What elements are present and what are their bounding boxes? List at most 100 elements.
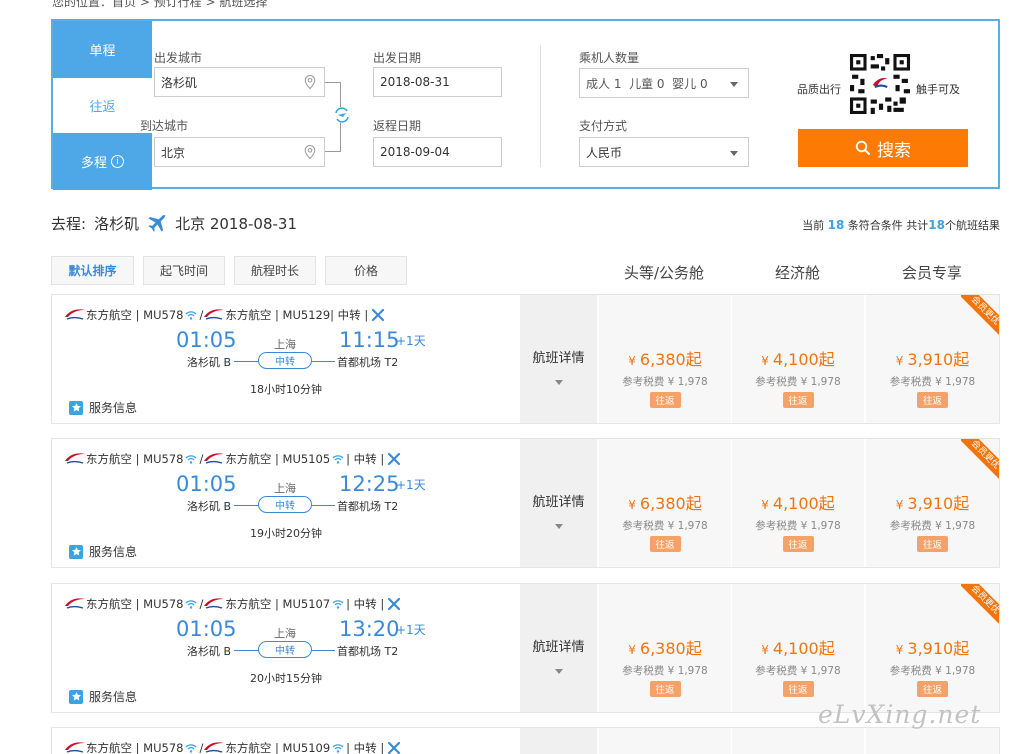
price-member[interactable]: ¥3,910起 参考税费 ¥ 1,978 往返 会员更优 — [865, 295, 999, 423]
price-value: 3,910起 — [907, 350, 970, 369]
price-value: 6,380起 — [639, 639, 702, 658]
price-first[interactable]: ¥6,380起 参考税费 ¥ 1,978 往返 — [598, 295, 731, 423]
service-info-link[interactable]: 服务信息 — [69, 543, 137, 560]
flight-card[interactable]: 东方航空 | MU578/东方航空 | MU5129| 中转 | 01:05 上海 1… — [51, 294, 1000, 424]
payment-select[interactable]: 人民币 — [579, 137, 749, 167]
service-icon — [69, 689, 83, 704]
round-trip-badge: 往返 — [649, 392, 681, 408]
flight-duration: 20小时15分钟 — [250, 672, 322, 685]
price-member[interactable]: ¥3,910起 参考税费 ¥ 1,978 往返 会员更优 — [865, 584, 999, 712]
member-ribbon-label: 会员更优 — [961, 295, 999, 335]
flight-card[interactable]: 东方航空 | MU578/东方航空 | MU5107 | 中转 | 01:05 上海 1… — [51, 583, 1000, 713]
service-label: 服务信息 — [89, 690, 138, 704]
flight-detail-toggle[interactable]: 航班详情 — [520, 295, 597, 423]
departure-time: 01:05 — [176, 617, 237, 641]
price-value: 6,380起 — [639, 350, 702, 369]
result-count: 当前 18 条符合条件 共计18个航班结果 — [802, 217, 1000, 233]
tax-reference: 参考税费 ¥ 1,978 — [622, 665, 708, 677]
round-trip-badge: 往返 — [649, 536, 681, 552]
round-trip-badge: 往返 — [917, 392, 948, 408]
tab-multi-city[interactable]: 多程 i — [53, 133, 152, 190]
qr-caption-left: 品质出行 — [797, 83, 841, 96]
transfer-pill: 中转 — [258, 496, 312, 513]
currency-symbol: ¥ — [761, 354, 769, 368]
price-economy[interactable]: ¥4,100起 参考税费 ¥ 1,978 往返 — [731, 295, 864, 423]
departure-airport: 洛杉矶 B — [187, 356, 232, 369]
member-ribbon: 会员更优 — [961, 439, 999, 479]
search-button[interactable]: 搜索 — [798, 129, 968, 167]
tax-reference: 参考税费 ¥ 1,978 — [889, 520, 976, 532]
airline-logo-icon — [204, 309, 225, 320]
member-ribbon-label: 会员更优 — [961, 439, 999, 479]
swap-cities-icon[interactable] — [332, 105, 352, 125]
tab-label: 多程 — [80, 156, 107, 171]
chevron-down-icon — [730, 82, 738, 87]
return-date-label: 返程日期 — [373, 119, 422, 133]
price-economy — [731, 728, 864, 754]
arrive-city-value: 北京 — [161, 145, 186, 160]
price-member[interactable]: ¥3,910起参考税费 ¥ 1,978 往返 会员更优 — [865, 439, 999, 567]
chevron-down-icon — [730, 151, 738, 156]
sort-price[interactable]: 价格 — [325, 256, 407, 285]
price-first[interactable]: ¥6,380起 参考税费 ¥ 1,978 往返 — [598, 584, 731, 712]
segment-1: 东方航空 | MU578 — [86, 452, 184, 466]
round-trip-badge: 往返 — [917, 536, 948, 552]
airline-logo-icon — [65, 309, 85, 320]
next-day-badge: +1天 — [396, 623, 426, 637]
tax-reference: 参考税费 ¥ 1,978 — [755, 520, 841, 532]
next-day-badge: +1天 — [396, 478, 426, 492]
service-label: 服务信息 — [89, 401, 138, 415]
price-amount: ¥6,380起 — [628, 635, 701, 659]
info-icon: i — [111, 155, 124, 168]
flight-duration: 18小时10分钟 — [250, 383, 322, 396]
tab-one-way[interactable]: 单程 — [53, 21, 152, 78]
currency-symbol: ¥ — [628, 354, 636, 368]
service-info-link[interactable]: 服务信息 — [69, 399, 137, 416]
price-first[interactable]: ¥6,380起 参考税费 ¥ 1,978 往返 — [598, 439, 731, 567]
flight-detail-label: 航班详情 — [532, 640, 585, 655]
transit-city: 上海 — [274, 482, 296, 495]
airline-logo-icon — [204, 598, 225, 609]
price-value: 4,100起 — [772, 639, 835, 658]
passengers-select[interactable]: 成人 1 儿童 0 婴儿 0 — [579, 68, 749, 98]
wifi-icon — [186, 600, 197, 609]
service-info-link[interactable]: 服务信息 — [69, 688, 137, 705]
currency-symbol: ¥ — [895, 643, 904, 657]
segment-1: 东方航空 | MU578 — [86, 597, 184, 611]
airline-logo-icon — [204, 742, 225, 753]
wifi-icon — [332, 744, 344, 753]
count-total: 18 — [928, 218, 945, 232]
route-prefix: 去程: — [51, 215, 87, 233]
sort-default[interactable]: 默认排序 — [51, 256, 134, 285]
tab-round-trip[interactable]: 往返 — [53, 78, 152, 133]
price-value: 3,910起 — [907, 494, 970, 513]
currency-symbol: ¥ — [895, 498, 904, 512]
wifi-icon — [186, 311, 197, 320]
search-button-label: 搜索 — [877, 140, 911, 160]
segment-2: 东方航空 | MU5109 — [225, 741, 331, 754]
arrive-city-input[interactable]: 北京 — [154, 137, 325, 167]
chevron-down-icon — [554, 669, 563, 674]
departure-airport: 洛杉矶 B — [187, 645, 232, 658]
segment-2-tail: | 中转 | — [346, 597, 385, 611]
price-amount: ¥3,910起 — [896, 346, 969, 370]
return-date-input[interactable]: 2018-09-04 — [373, 137, 502, 167]
flight-detail-toggle[interactable]: 航班详情 — [520, 584, 597, 712]
flight-detail-toggle[interactable]: 航班详情 — [520, 439, 597, 567]
flight-card[interactable]: 东方航空 | MU578/东方航空 | MU5105 | 中转 | 01:05 上海 1… — [51, 438, 1000, 568]
price-economy[interactable]: ¥4,100起 参考税费 ¥ 1,978 往返 — [731, 584, 864, 712]
sort-departure-time[interactable]: 起飞时间 — [143, 256, 225, 285]
price-economy[interactable]: ¥4,100起 参考税费 ¥ 1,978 往返 — [731, 439, 864, 567]
price-amount: ¥6,380起 — [628, 346, 701, 370]
depart-city-input[interactable]: 洛杉矶 — [154, 67, 325, 97]
location-pin-icon — [304, 144, 316, 160]
transfer-plane-icon — [372, 308, 385, 322]
depart-date-input[interactable]: 2018-08-31 — [373, 67, 502, 97]
tax-reference: 参考税费 ¥ 1,978 — [755, 376, 841, 388]
member-ribbon: 会员更优 — [961, 584, 999, 624]
flight-card[interactable]: 东方航空 | MU578/东方航空 | MU5109 | 中转 | — [51, 727, 1000, 754]
payment-label: 支付方式 — [579, 119, 628, 133]
arrival-time: 12:25 — [339, 472, 400, 496]
sort-duration[interactable]: 航程时长 — [234, 256, 316, 285]
round-trip-badge: 往返 — [782, 536, 814, 552]
